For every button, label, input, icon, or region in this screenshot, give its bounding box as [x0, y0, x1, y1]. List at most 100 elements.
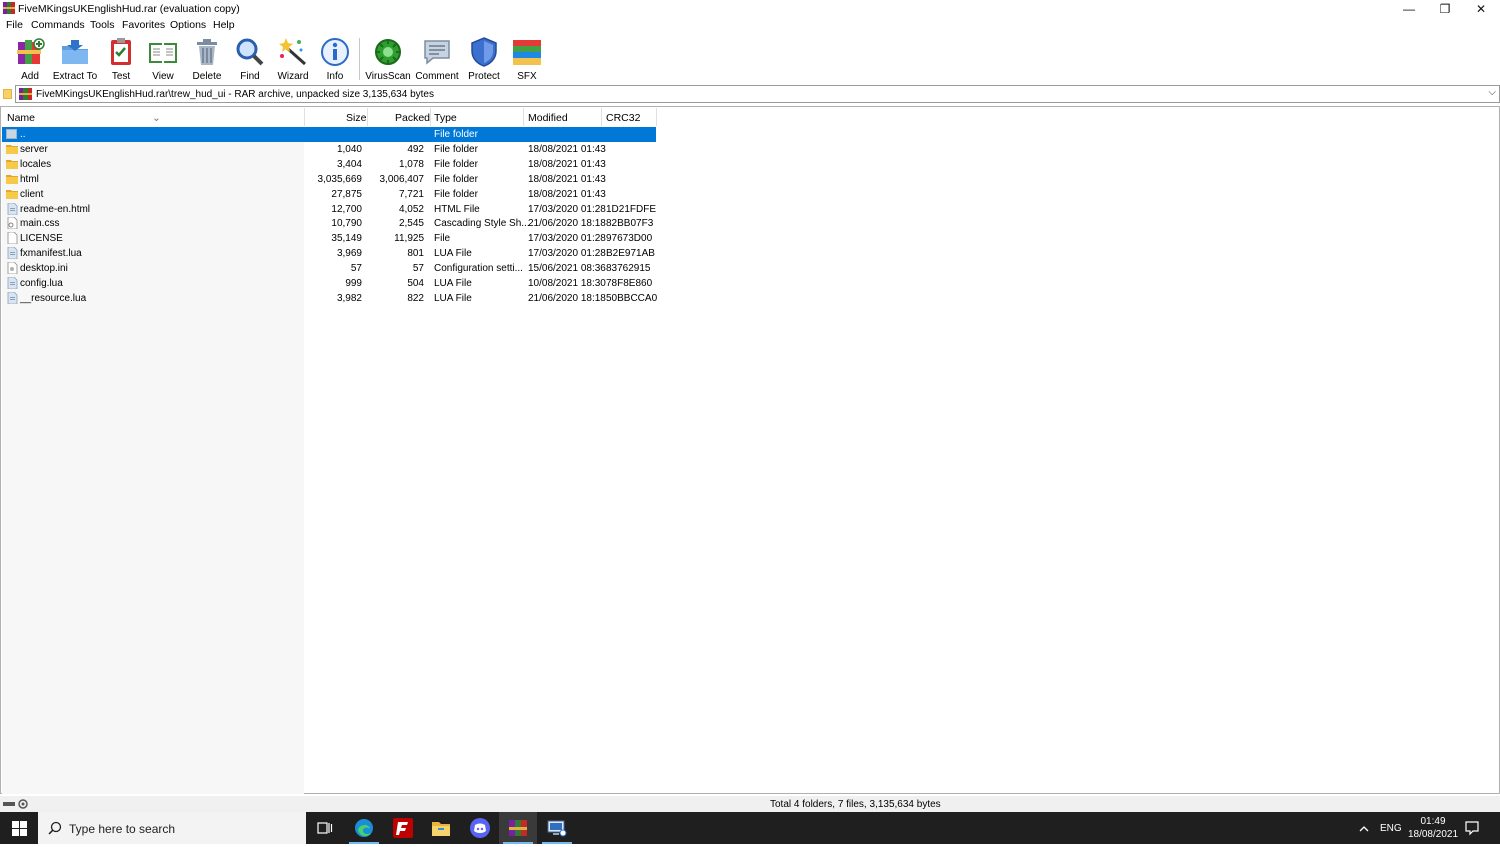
cell-size: 3,035,669 [317, 173, 363, 185]
close-button[interactable]: ✕ [1463, 0, 1499, 17]
column-divider[interactable] [601, 108, 602, 126]
discord-icon [470, 818, 490, 838]
cell-packed: 3,006,407 [379, 173, 425, 185]
file-row-parent[interactable]: .. File folder [2, 127, 656, 142]
menu-tools[interactable]: Tools [90, 19, 115, 31]
protect-button[interactable]: Protect [460, 36, 508, 82]
comment-icon [424, 40, 450, 65]
sfx-label: SFX [517, 71, 537, 82]
notifications-button[interactable] [1464, 812, 1484, 844]
extract-to-button[interactable]: Extract To [51, 36, 99, 82]
column-divider[interactable] [656, 108, 657, 126]
winrar-app-icon[interactable] [3, 2, 15, 14]
cell-size: 1,040 [336, 143, 362, 155]
cell-type: LUA File [434, 248, 472, 260]
winrar-taskbar-icon [509, 820, 527, 836]
sfx-button[interactable]: SFX [503, 36, 551, 82]
cell-size: 10,790 [331, 218, 362, 230]
task-view-button[interactable] [306, 812, 344, 844]
column-packed[interactable]: Packed [395, 112, 430, 124]
cell-name: locales [20, 158, 52, 170]
cell-type: LUA File [434, 292, 472, 304]
start-button[interactable] [0, 812, 38, 844]
view-button[interactable]: View [139, 36, 187, 82]
protect-shield-icon [471, 37, 497, 67]
column-size[interactable]: Size [346, 112, 366, 124]
delete-button[interactable]: Delete [183, 36, 231, 82]
cell-type: HTML File [434, 203, 480, 215]
file-row-desktop-ini[interactable]: desktop.ini 57 57 Configuration setti... 15/… [2, 261, 656, 276]
column-divider[interactable] [304, 108, 305, 126]
column-divider[interactable] [430, 108, 431, 126]
file-row-license[interactable]: LICENSE 35,149 11,925 File 17/03/2020 01:28 9… [2, 231, 656, 246]
cell-crc: 97673D00 [606, 233, 653, 245]
virus-scan-icon [375, 39, 401, 65]
cell-type: File folder [434, 188, 478, 200]
comment-button[interactable]: Comment [413, 36, 461, 82]
find-label: Find [240, 71, 260, 82]
cell-size: 3,404 [336, 158, 362, 170]
find-button[interactable]: Find [226, 36, 274, 82]
address-bar[interactable]: FiveMKingsUKEnglishHud.rar\trew_hud_ui -… [15, 85, 1500, 103]
cell-modified: 18/08/2021 01:43 [528, 143, 606, 155]
file-row-readme-en-html[interactable]: readme-en.html 12,700 4,052 HTML File 17/03/… [2, 202, 656, 217]
file-row-html[interactable]: html 3,035,669 3,006,407 File folder 18/08/2… [2, 172, 656, 187]
file-row-main-css[interactable]: main.css 10,790 2,545 Cascading Style Sh...… [2, 216, 656, 231]
file-row-config-lua[interactable]: config.lua 999 504 LUA File 10/08/2021 18:30… [2, 276, 656, 291]
cell-name: desktop.ini [20, 263, 68, 275]
file-row-locales[interactable]: locales 3,404 1,078 File folder 18/08/2021 0… [2, 157, 656, 172]
taskbar-edge[interactable] [345, 812, 383, 844]
column-divider[interactable] [367, 108, 368, 126]
test-clipboard-icon [111, 38, 131, 65]
taskbar-file-explorer[interactable] [422, 812, 460, 844]
add-button[interactable]: Add [6, 36, 54, 82]
taskbar-app[interactable] [538, 812, 576, 844]
view-book-icon [149, 43, 177, 63]
file-row-server[interactable]: server 1,040 492 File folder 18/08/2021 01:4… [2, 142, 656, 157]
wizard-button[interactable]: Wizard [269, 36, 317, 82]
wizard-wand-icon [279, 38, 306, 66]
file-row-fxmanifest-lua[interactable]: fxmanifest.lua 3,969 801 LUA File 17/03/2020… [2, 246, 656, 261]
cell-modified: 17/03/2020 01:28 [528, 233, 606, 245]
cell-crc: 1D21FDFE [606, 203, 657, 215]
menu-favorites[interactable]: Favorites [122, 19, 165, 31]
virusscan-button[interactable]: VirusScan [364, 36, 412, 82]
minimize-button[interactable]: — [1391, 0, 1427, 17]
column-name[interactable]: Name [7, 112, 35, 124]
cell-size: 57 [350, 263, 362, 275]
taskbar-winrar[interactable] [499, 812, 537, 844]
column-crc32[interactable]: CRC32 [606, 112, 640, 124]
menu-help[interactable]: Help [213, 19, 235, 31]
info-button[interactable]: Info [311, 36, 359, 82]
taskbar-filezilla[interactable] [384, 812, 422, 844]
column-type[interactable]: Type [434, 112, 457, 124]
taskbar-discord[interactable] [461, 812, 499, 844]
cell-name: .. [20, 129, 26, 140]
clock[interactable]: 01:49 18/08/2021 [1404, 812, 1462, 844]
up-folder-icon[interactable] [3, 89, 12, 99]
drive-status-icon[interactable] [3, 799, 31, 809]
column-modified[interactable]: Modified [528, 112, 568, 124]
file-icon [7, 291, 18, 304]
menu-commands[interactable]: Commands [31, 19, 85, 31]
tray-overflow-button[interactable] [1358, 812, 1374, 844]
cell-packed: 2,545 [398, 218, 424, 230]
column-divider[interactable] [523, 108, 524, 126]
file-row--resource-lua[interactable]: __resource.lua 3,982 822 LUA File 21/06/2020… [2, 291, 657, 306]
test-button[interactable]: Test [97, 36, 145, 82]
file-list[interactable]: Name ⌄ Size Packed Type Modified CRC32 .… [0, 106, 1500, 794]
cell-modified: 15/06/2021 08:36 [528, 263, 606, 275]
file-row-client[interactable]: client 27,875 7,721 File folder 18/08/2021 0… [2, 187, 656, 202]
restore-button[interactable]: ❐ [1427, 0, 1463, 17]
close-icon: ✕ [1475, 1, 1487, 16]
menu-options[interactable]: Options [170, 19, 206, 31]
cell-name: html [20, 173, 39, 185]
chevron-down-icon[interactable]: ⌵ [1488, 87, 1496, 98]
info-icon [321, 38, 349, 66]
language-indicator[interactable]: ENG [1380, 812, 1402, 844]
menu-file[interactable]: File [6, 19, 23, 31]
taskbar-search[interactable]: Type here to search [38, 812, 306, 844]
cell-packed: 492 [407, 143, 424, 155]
cell-modified: 21/06/2020 18:18 [528, 292, 606, 304]
cell-name: client [20, 188, 44, 200]
